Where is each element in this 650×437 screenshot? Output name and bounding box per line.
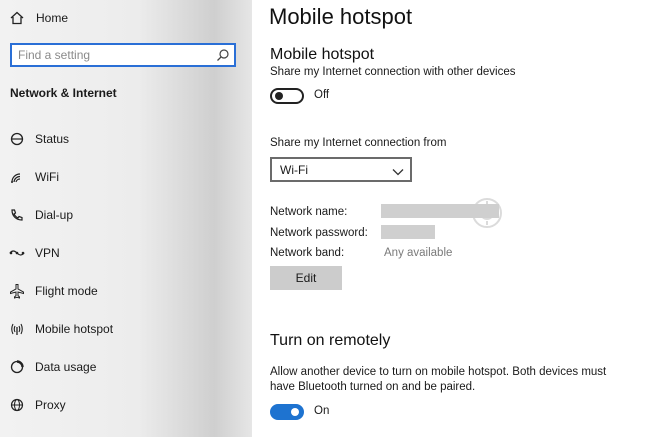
sidebar-item-home[interactable]: Home (0, 3, 252, 33)
toggle-knob (291, 408, 299, 416)
main-panel: Mobile hotspot Mobile hotspot Share my I… (252, 0, 650, 437)
vpn-icon (9, 245, 25, 261)
data-usage-icon (9, 359, 25, 375)
sidebar-item-label: Dial-up (35, 208, 74, 222)
sidebar-item-label: Mobile hotspot (35, 322, 114, 336)
edit-button[interactable]: Edit (270, 266, 342, 290)
search-field[interactable] (10, 43, 236, 67)
remote-description-line1: Allow another device to turn on mobile h… (270, 366, 607, 378)
search-input[interactable] (18, 46, 208, 64)
hotspot-toggle-state: Off (314, 89, 330, 101)
hotspot-heading: Mobile hotspot (270, 46, 375, 63)
hotspot-description: Share my Internet connection with other … (270, 66, 516, 78)
sidebar-item-dialup[interactable]: Dial-up (0, 200, 252, 230)
share-from-dropdown[interactable]: Wi-Fi (270, 157, 412, 182)
network-name-value-redacted (381, 204, 499, 218)
wifi-icon (9, 169, 25, 185)
home-icon (9, 10, 25, 26)
sidebar-item-label: Home (36, 11, 69, 25)
search-icon[interactable] (216, 48, 230, 62)
remote-toggle-state: On (314, 405, 330, 417)
sidebar-item-label: Flight mode (35, 284, 98, 298)
toggle-knob (275, 92, 283, 100)
proxy-icon (9, 397, 25, 413)
page-title: Mobile hotspot (269, 4, 413, 29)
network-band-label: Network band: (270, 247, 345, 259)
sidebar-item-label: VPN (35, 246, 60, 260)
sidebar-item-label: Data usage (35, 360, 97, 374)
sidebar-item-wifi[interactable]: WiFi (0, 162, 252, 192)
remote-heading: Turn on remotely (270, 332, 391, 349)
sidebar-item-flight-mode[interactable]: Flight mode (0, 276, 252, 306)
remote-toggle[interactable] (270, 404, 304, 420)
status-icon (9, 131, 25, 147)
dialup-icon (9, 207, 25, 223)
airplane-icon (9, 283, 25, 299)
sidebar-item-label: WiFi (35, 170, 59, 184)
sidebar-item-mobile-hotspot[interactable]: Mobile hotspot (0, 314, 252, 344)
share-from-selected: Wi-Fi (280, 163, 308, 177)
sidebar-item-vpn[interactable]: VPN (0, 238, 252, 268)
network-band-value: Any available (384, 247, 453, 259)
sidebar-item-label: Status (35, 132, 70, 146)
chevron-down-icon (392, 164, 404, 176)
network-name-label: Network name: (270, 206, 348, 218)
network-password-label: Network password: (270, 227, 368, 239)
hotspot-toggle[interactable] (270, 88, 304, 104)
sidebar-item-status[interactable]: Status (0, 124, 252, 154)
hotspot-icon (9, 321, 25, 337)
share-from-label: Share my Internet connection from (270, 137, 447, 149)
sidebar-item-data-usage[interactable]: Data usage (0, 352, 252, 382)
remote-description-line2: have Bluetooth turned on and be paired. (270, 381, 476, 393)
sidebar: Home Network & Internet Status WiFi Dial… (0, 0, 252, 437)
network-password-value-redacted (381, 225, 435, 239)
sidebar-section-title: Network & Internet (10, 86, 117, 100)
sidebar-item-label: Proxy (35, 398, 66, 412)
sidebar-item-proxy[interactable]: Proxy (0, 390, 252, 420)
